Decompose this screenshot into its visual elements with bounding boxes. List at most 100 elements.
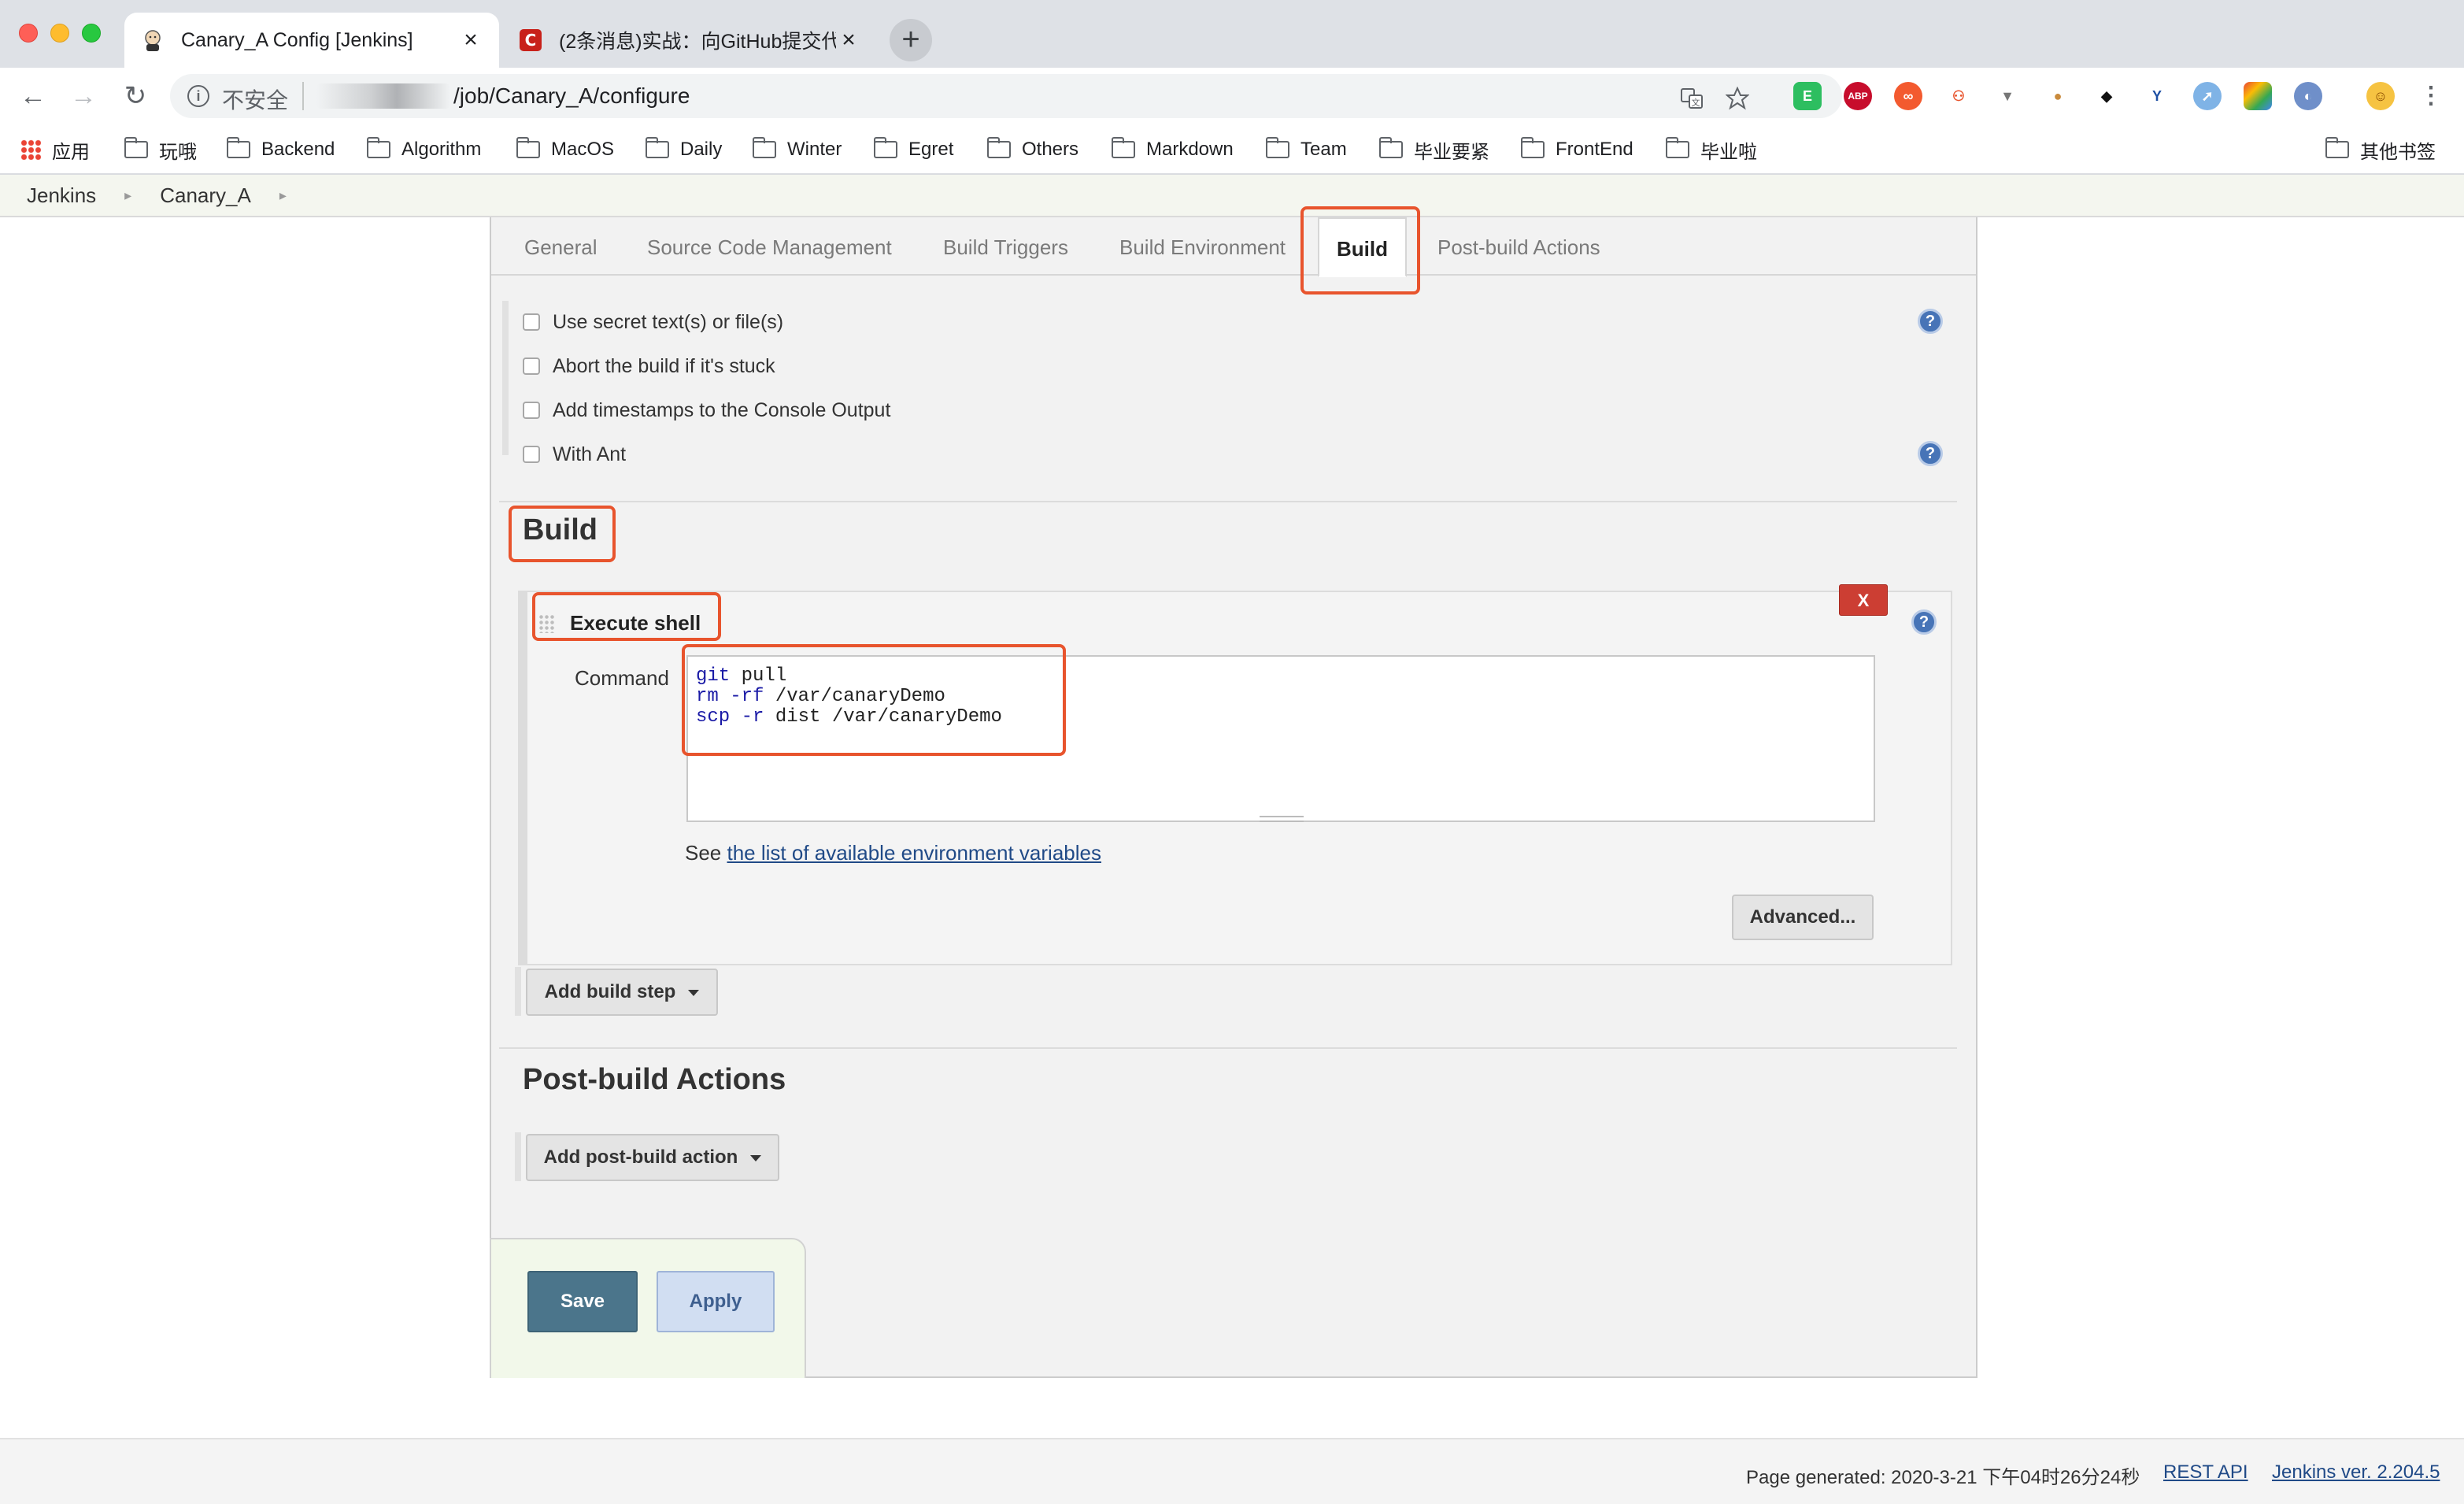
add-build-step-button[interactable]: Add build step xyxy=(526,969,718,1016)
folder-icon xyxy=(516,137,540,158)
bookmark-folder[interactable]: 玩哦 xyxy=(124,135,197,164)
adblock-plus-icon[interactable]: ABP xyxy=(1844,82,1872,110)
network-icon[interactable]: ⚇ xyxy=(1944,82,1973,110)
bookmark-folder[interactable]: MacOS xyxy=(516,135,614,164)
tab-general[interactable]: General xyxy=(524,217,598,276)
option-label: Abort the build if it's stuck xyxy=(553,354,775,377)
advanced-button[interactable]: Advanced... xyxy=(1732,895,1874,940)
delete-step-button[interactable]: X xyxy=(1839,584,1888,616)
bookmark-folder[interactable]: Winter xyxy=(753,135,842,164)
execute-shell-step: Execute shell X ? Command git pull rm -r… xyxy=(518,584,1952,965)
menu-dots-icon[interactable]: ⋮ xyxy=(2417,82,2445,110)
option-use-secret[interactable]: Use secret text(s) or file(s) xyxy=(523,309,783,335)
tab-post-build-actions[interactable]: Post-build Actions xyxy=(1437,217,1600,276)
bookmark-label: 应用 xyxy=(52,141,90,163)
bookmark-apps[interactable]: 应用 xyxy=(20,135,90,164)
bookmark-folder[interactable]: Egret xyxy=(874,135,953,164)
tab-source-code-management[interactable]: Source Code Management xyxy=(647,217,892,276)
folder-icon xyxy=(367,137,390,158)
env-vars-link[interactable]: the list of available environment variab… xyxy=(727,841,1101,865)
breadcrumb-arrow-icon[interactable]: ▸ xyxy=(279,187,287,204)
browser-tab-csdn[interactable]: C (2条消息)实战：向GitHub提交代 × xyxy=(502,13,877,68)
rest-api-link[interactable]: REST API xyxy=(2163,1461,2248,1484)
folder-icon xyxy=(987,137,1011,158)
bookmark-folder[interactable]: Backend xyxy=(227,135,335,164)
url-text[interactable]: /job/Canary_A/configure xyxy=(453,83,690,109)
add-post-build-action-button[interactable]: Add post-build action xyxy=(526,1134,779,1181)
help-icon[interactable]: ? xyxy=(1911,609,1937,635)
breadcrumb-jenkins[interactable]: Jenkins xyxy=(27,183,96,208)
checkbox[interactable] xyxy=(523,446,540,463)
bookmark-label: 玩哦 xyxy=(159,141,197,163)
translate-icon[interactable]: 文 xyxy=(1680,87,1704,116)
textarea-resize-handle[interactable] xyxy=(1260,816,1304,822)
extension-icon[interactable]: ∞ xyxy=(1894,82,1922,110)
bookmark-folder[interactable]: Daily xyxy=(646,135,722,164)
y-icon[interactable]: Y xyxy=(2143,82,2171,110)
option-label: Add timestamps to the Console Output xyxy=(553,398,891,421)
new-tab-button[interactable]: + xyxy=(890,19,932,61)
save-button[interactable]: Save xyxy=(527,1271,638,1332)
address-bar[interactable]: i 不安全 /job/Canary_A/configure 文 xyxy=(170,74,1842,118)
window-close-button[interactable] xyxy=(19,24,38,43)
tab-title: (2条消息)实战：向GitHub提交代 xyxy=(559,31,836,53)
option-with-ant[interactable]: With Ant xyxy=(523,441,626,468)
info-icon[interactable]: i xyxy=(187,85,209,107)
bookmarks-bar: 应用 玩哦 Backend Algorithm MacOS Daily Wint… xyxy=(0,124,2464,175)
help-icon[interactable]: ? xyxy=(1918,309,1943,334)
step-title: Execute shell xyxy=(570,611,701,635)
vue-devtools-icon[interactable]: ▼ xyxy=(1993,82,2022,110)
proxy-icon[interactable]: ◐ xyxy=(2294,82,2322,110)
tab-build-triggers[interactable]: Build Triggers xyxy=(943,217,1068,276)
bookmark-folder[interactable]: Others xyxy=(987,135,1078,164)
page-generated-text: Page generated: 2020-3-21 下午04时26分24秒 xyxy=(1746,1467,2140,1488)
jenkins-butler-icon xyxy=(140,28,165,53)
folder-icon xyxy=(753,137,776,158)
command-label: Command xyxy=(575,666,669,690)
bookmark-folder[interactable]: FrontEnd xyxy=(1521,135,1633,164)
window-zoom-button[interactable] xyxy=(82,24,101,43)
evernote-icon[interactable]: E xyxy=(1793,82,1822,110)
reload-icon[interactable]: ↻ xyxy=(118,79,153,113)
breadcrumb-canary-a[interactable]: Canary_A xyxy=(160,183,251,208)
config-tab-bar: General Source Code Management Build Tri… xyxy=(491,217,1976,277)
tab-build-environment[interactable]: Build Environment xyxy=(1119,217,1286,276)
bookmark-folder[interactable]: 毕业要紧 xyxy=(1379,135,1489,164)
browser-tab-jenkins[interactable]: Canary_A Config [Jenkins] × xyxy=(124,13,499,68)
window-minimize-button[interactable] xyxy=(50,24,69,43)
command-textarea[interactable]: git pull rm -rf /var/canaryDemo scp -r d… xyxy=(686,655,1875,822)
bookmark-label: 其他书签 xyxy=(2360,141,2436,163)
git-icon[interactable]: ◆ xyxy=(2092,82,2121,110)
cookie-icon[interactable]: ● xyxy=(2044,82,2072,110)
option-timestamps[interactable]: Add timestamps to the Console Output xyxy=(523,397,890,424)
jenkins-version-link[interactable]: Jenkins ver. 2.204.5 xyxy=(2272,1461,2440,1484)
redacted-host xyxy=(316,83,450,109)
back-arrow-icon[interactable]: ← xyxy=(16,79,50,113)
bookmark-folder[interactable]: Algorithm xyxy=(367,135,481,164)
section-indent-bar xyxy=(515,1132,521,1181)
section-divider xyxy=(499,1047,1957,1049)
bookmark-folder[interactable]: Markdown xyxy=(1112,135,1234,164)
bookmark-label: MacOS xyxy=(551,139,615,160)
option-abort-stuck[interactable]: Abort the build if it's stuck xyxy=(523,353,775,380)
command-line: rm -rf /var/canaryDemo xyxy=(696,686,945,707)
forward-arrow-icon[interactable]: → xyxy=(66,79,101,113)
omnibox-divider xyxy=(302,82,304,110)
avatar-icon[interactable]: ☺ xyxy=(2366,82,2395,110)
help-icon[interactable]: ? xyxy=(1918,441,1943,466)
tab-close-icon[interactable]: × xyxy=(836,27,861,54)
bookmark-folder[interactable]: 毕业啦 xyxy=(1666,135,1757,164)
checkbox[interactable] xyxy=(523,357,540,375)
bookmark-other[interactable]: 其他书签 xyxy=(2325,135,2436,164)
bookmark-star-icon[interactable] xyxy=(1725,86,1750,116)
checkbox[interactable] xyxy=(523,313,540,331)
apply-button[interactable]: Apply xyxy=(657,1271,775,1332)
chrome-extension-icon[interactable] xyxy=(2244,82,2272,110)
compass-icon[interactable]: ➚ xyxy=(2193,82,2222,110)
tab-build[interactable]: Build xyxy=(1318,217,1407,277)
tab-close-icon[interactable]: × xyxy=(458,27,483,54)
bookmark-folder[interactable]: Team xyxy=(1266,135,1347,164)
checkbox[interactable] xyxy=(523,402,540,419)
breadcrumb-arrow-icon[interactable]: ▸ xyxy=(124,187,131,204)
drag-handle-icon[interactable] xyxy=(538,614,556,633)
